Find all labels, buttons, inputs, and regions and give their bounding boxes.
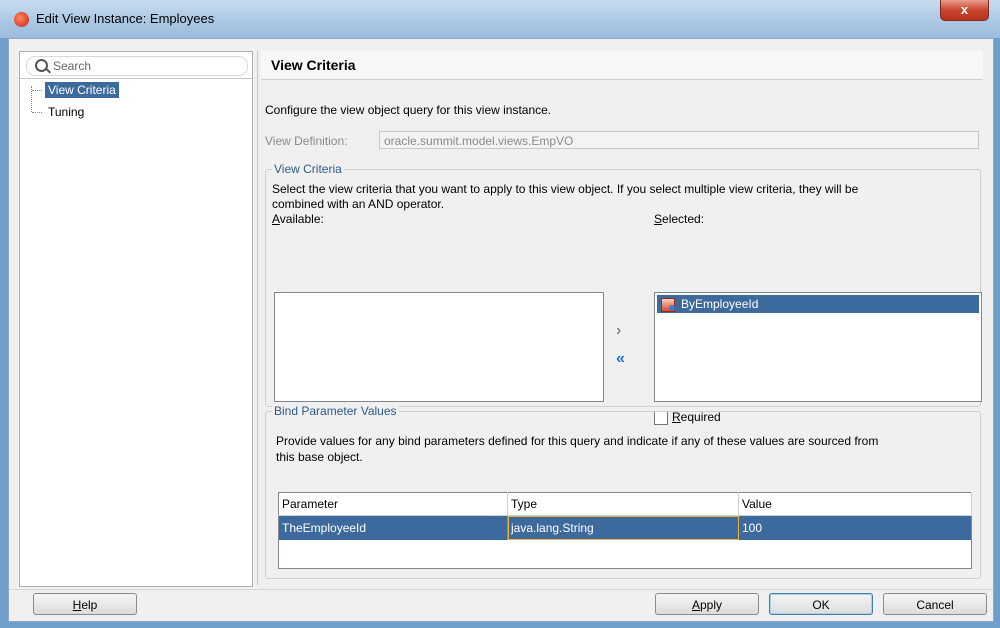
available-label: Available: (272, 212, 324, 226)
view-criteria-icon (661, 298, 675, 312)
dialog-body: Search View Criteria Tuning View Criteri… (8, 38, 994, 622)
view-definition-field: oracle.summit.model.views.EmpVO (379, 131, 979, 149)
tree-item-label: View Criteria (45, 82, 119, 98)
group-title: Bind Parameter Values (272, 404, 399, 418)
app-logo-icon (14, 12, 29, 27)
search-bar: Search (20, 52, 252, 79)
cancel-button[interactable]: Cancel (883, 593, 987, 615)
window-title: Edit View Instance: Employees (36, 11, 215, 26)
tree-branch-line (32, 90, 42, 91)
page-header: View Criteria (261, 51, 983, 80)
column-header-parameter[interactable]: Parameter (278, 492, 508, 516)
panel-divider[interactable] (257, 51, 258, 585)
table-empty-row (278, 540, 972, 569)
title-bar: Edit View Instance: Employees x (0, 0, 1000, 38)
move-left-icon[interactable]: « (616, 350, 625, 368)
navigation-panel: Search View Criteria Tuning (19, 51, 253, 587)
criteria-instructions-line2: combined with an AND operator. (272, 197, 445, 211)
group-title: View Criteria (272, 162, 344, 176)
move-right-icon[interactable]: › (616, 322, 621, 340)
tree-branch-line (32, 112, 42, 113)
column-header-type[interactable]: Type (507, 492, 739, 516)
search-input[interactable]: Search (26, 56, 248, 76)
page-description: Configure the view object query for this… (265, 103, 552, 117)
selected-list[interactable]: ByEmployeeId (654, 292, 982, 402)
column-header-value[interactable]: Value (738, 492, 972, 516)
bind-parameter-table[interactable]: Parameter Type Value TheEmployeeId java.… (278, 492, 972, 569)
bind-parameter-group: Bind Parameter Values Provide values for… (265, 404, 981, 579)
bind-instructions-line2: this base object. (276, 450, 363, 464)
available-list[interactable] (274, 292, 604, 402)
list-item[interactable]: ByEmployeeId (657, 295, 979, 313)
apply-button[interactable]: Apply (655, 593, 759, 615)
page-title: View Criteria (271, 57, 356, 73)
table-row[interactable]: TheEmployeeId java.lang.String 100 (278, 515, 972, 540)
help-button[interactable]: Help (33, 593, 137, 615)
type-cell[interactable]: java.lang.String (507, 515, 739, 540)
selected-label: Selected: (654, 212, 705, 226)
criteria-instructions-line1: Select the view criteria that you want t… (272, 182, 859, 196)
dialog-window: Edit View Instance: Employees x Search V… (0, 0, 1000, 628)
tree-item-label: Tuning (48, 105, 85, 119)
parameter-cell[interactable]: TheEmployeeId (278, 515, 508, 540)
list-item-label: ByEmployeeId (681, 297, 759, 311)
search-placeholder: Search (53, 59, 92, 73)
bind-instructions-line1: Provide values for any bind parameters d… (276, 434, 879, 448)
view-definition-label: View Definition: (265, 134, 348, 148)
footer-divider (9, 589, 993, 590)
content-panel: View Criteria Configure the view object … (261, 51, 983, 585)
view-criteria-group: View Criteria Select the view criteria t… (265, 162, 982, 425)
search-icon (35, 59, 48, 72)
ok-button[interactable]: OK (769, 593, 873, 615)
table-header-row: Parameter Type Value (278, 492, 972, 516)
close-button[interactable]: x (940, 0, 989, 21)
value-cell[interactable]: 100 (738, 515, 972, 540)
